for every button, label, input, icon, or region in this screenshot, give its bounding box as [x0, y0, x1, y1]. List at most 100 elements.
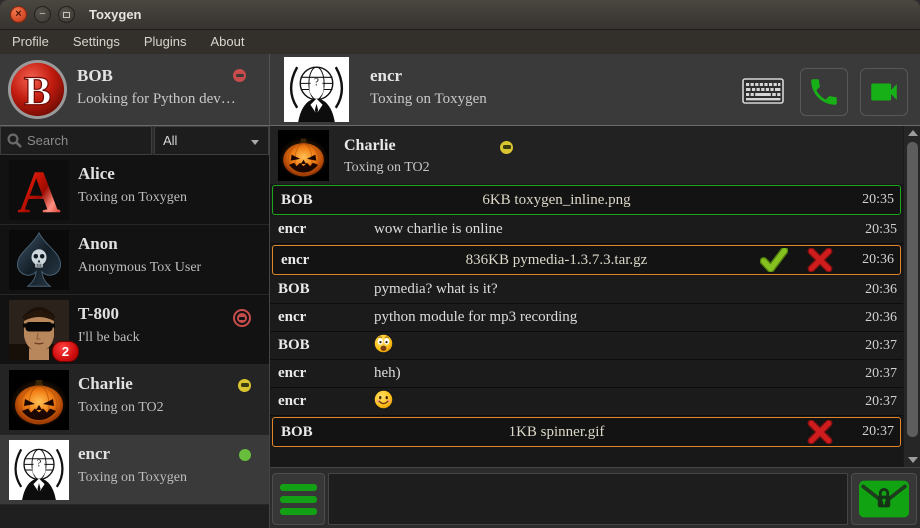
active-friend-status-message: Toxing on Toxygen: [370, 91, 487, 108]
smile-emoji: [374, 390, 393, 409]
anonymous-logo-avatar: ?: [284, 57, 349, 122]
contact-search-box[interactable]: [0, 126, 152, 155]
message-text: wow charlie is online: [374, 216, 791, 243]
video-call-button[interactable]: [860, 68, 908, 116]
message-text: python module for mp3 recording: [374, 304, 791, 331]
chat-message-row: BOB 20:37: [270, 332, 903, 360]
bob-logo-avatar: B: [6, 58, 69, 121]
search-icon: [6, 132, 23, 149]
message-sender: BOB: [278, 332, 370, 359]
svg-text:B: B: [24, 67, 52, 113]
file-transfer-row: BOB 6KB toxygen_inline.png 20:35: [272, 185, 901, 215]
self-avatar[interactable]: B: [6, 58, 69, 121]
chat-scrollbar[interactable]: [903, 126, 920, 467]
message-sender: encr: [278, 216, 370, 243]
active-friend-panel: ? encr Toxing on Toxygen: [270, 54, 920, 126]
menu-profile[interactable]: Profile: [0, 30, 61, 54]
contact-status-message: Toxing on TO2: [78, 400, 164, 416]
contact-status-message: Anonymous Tox User: [78, 260, 201, 276]
contact-avatar: A: [9, 160, 69, 220]
file-transfer-actions: [760, 246, 834, 274]
file-name-and-size: 6KB toxygen_inline.png: [373, 186, 740, 214]
contact-avatar: [9, 370, 69, 430]
self-busy-status-icon[interactable]: [233, 69, 246, 82]
svg-text:A: A: [17, 160, 60, 220]
chat-message-row: BOB pymedia? what is it? 20:36: [270, 276, 903, 304]
message-time: 20:35: [865, 216, 897, 243]
contact-status-message: Toxing on Toxygen: [78, 470, 187, 486]
contact-status-message: I'll be back: [78, 330, 140, 346]
contact-name: Anon: [78, 234, 118, 254]
scroll-up-arrow[interactable]: [904, 126, 920, 140]
contact-item-encr[interactable]: ? encr Toxing on Toxygen: [0, 435, 269, 505]
message-time: 20:37: [865, 388, 897, 415]
message-text: heh): [374, 360, 791, 387]
contact-item-charlie[interactable]: Charlie Toxing on TO2: [0, 365, 269, 435]
decline-file-icon[interactable]: [806, 248, 834, 272]
contact-status-message: Toxing on Toxygen: [78, 190, 187, 206]
window-minimize-button[interactable]: −: [34, 6, 51, 23]
menu-plugins[interactable]: Plugins: [132, 30, 199, 54]
window-maximize-button[interactable]: [58, 6, 75, 23]
secure-send-envelope-icon: [857, 479, 911, 519]
pumpkin-avatar: [9, 370, 69, 430]
contact-item-t-800[interactable]: T-800 I'll be back 2: [0, 295, 269, 365]
file-time: 20:36: [862, 246, 894, 274]
scrollbar-thumb[interactable]: [907, 142, 918, 437]
scroll-down-arrow[interactable]: [904, 453, 920, 467]
chat-peer-avatar: [278, 130, 329, 181]
away-status-icon: [238, 379, 251, 392]
message-time: 20:37: [865, 360, 897, 387]
decline-file-icon[interactable]: [806, 420, 834, 444]
menu-about[interactable]: About: [198, 30, 256, 54]
attachments-menu-button[interactable]: [272, 473, 325, 525]
chat-message-row: encr python module for mp3 recording 20:…: [270, 304, 903, 332]
contact-filter-dropdown[interactable]: All: [154, 126, 269, 155]
shocked-emoji: [374, 334, 393, 353]
title-bar: × − Toxygen: [0, 0, 920, 30]
busy-ring-status-icon: [233, 309, 251, 327]
self-profile-panel: B BOB Looking for Python dev…: [0, 54, 270, 126]
search-input[interactable]: [27, 133, 151, 148]
file-name-and-size: 1KB spinner.gif: [373, 418, 740, 446]
window-close-button[interactable]: ×: [10, 6, 27, 23]
contact-item-anon[interactable]: Anon Anonymous Tox User: [0, 225, 269, 295]
active-friend-avatar: ?: [284, 57, 349, 122]
message-time: 20:37: [865, 332, 897, 359]
toxygen-window: × − Toxygen Profile Settings Plugins Abo…: [0, 0, 920, 528]
menu-settings[interactable]: Settings: [61, 30, 132, 54]
message-sender: BOB: [278, 276, 370, 303]
file-time: 20:37: [862, 418, 894, 446]
online-status-icon: [239, 449, 251, 461]
file-transfer-row: encr 836KB pymedia-1.3.7.3.tar.gz 20:36: [272, 245, 901, 275]
chat-peer-header: Charlie Toxing on TO2: [270, 126, 903, 184]
file-sender: encr: [281, 246, 309, 274]
typing-notification-keyboard-icon[interactable]: [742, 78, 784, 104]
message-sender: encr: [278, 304, 370, 331]
message-text: pymedia? what is it?: [374, 276, 791, 303]
message-text: [374, 332, 791, 359]
chat-message-row: encr wow charlie is online 20:35: [270, 216, 903, 244]
alice-letter-avatar: A: [9, 160, 69, 220]
spade-skull-avatar: [9, 230, 69, 290]
chevron-down-icon: [251, 140, 259, 145]
accept-file-icon[interactable]: [760, 248, 788, 272]
message-text: [374, 388, 791, 415]
contact-name: T-800: [78, 304, 119, 324]
self-status-message[interactable]: Looking for Python dev…: [77, 91, 236, 108]
message-input[interactable]: [328, 473, 848, 525]
chat-peer-status-message: Toxing on TO2: [344, 160, 430, 176]
svg-text:?: ?: [37, 458, 42, 469]
videocam-icon: [867, 75, 901, 109]
filter-selected-value: All: [163, 133, 177, 148]
sidebar-bottom-filler: [0, 505, 270, 528]
self-name[interactable]: BOB: [77, 66, 113, 86]
audio-call-button[interactable]: [800, 68, 848, 116]
message-time: 20:36: [865, 276, 897, 303]
contact-item-alice[interactable]: A Alice Toxing on Toxygen: [0, 155, 269, 225]
chat-peer-name: Charlie: [344, 137, 396, 155]
file-transfer-actions: [806, 418, 834, 446]
send-message-button[interactable]: [851, 473, 917, 525]
svg-text:?: ?: [314, 76, 319, 88]
phone-icon: [807, 75, 841, 109]
